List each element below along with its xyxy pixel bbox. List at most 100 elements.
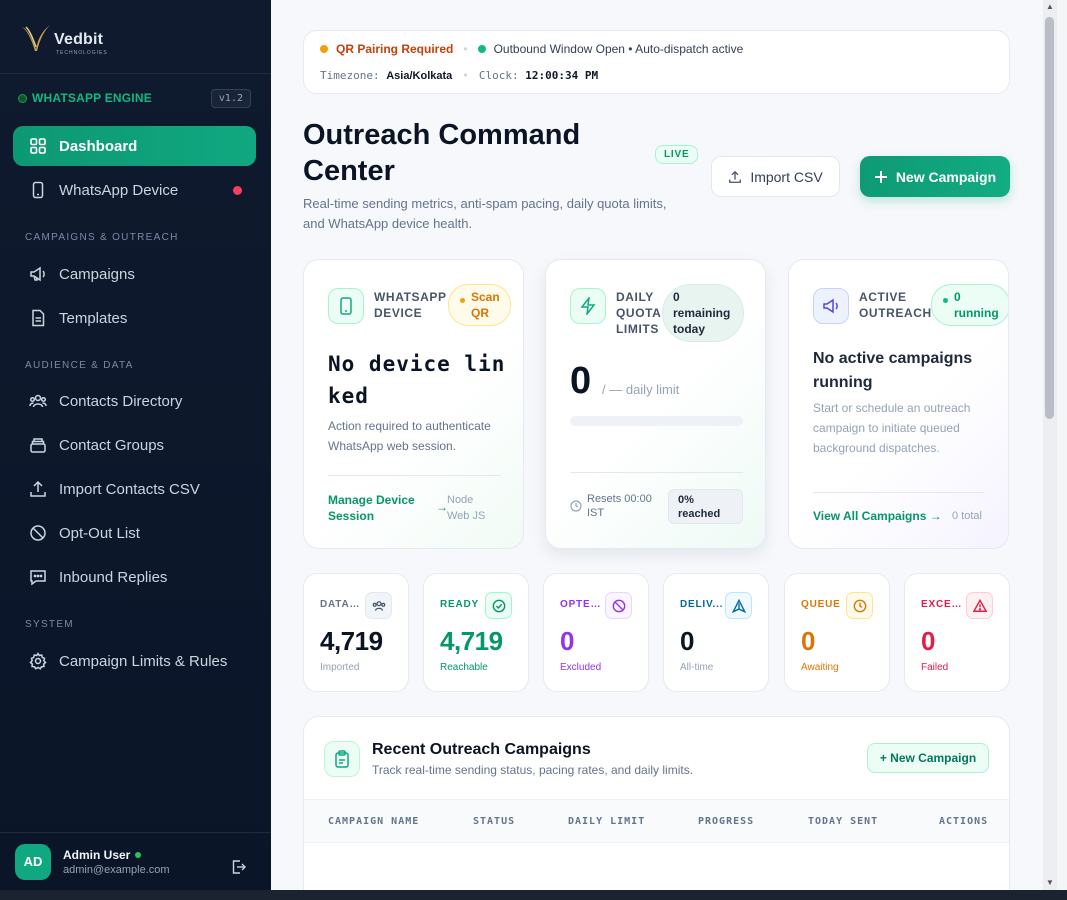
column-header[interactable]: STATUS bbox=[473, 816, 515, 827]
nav-item-contacts-directory[interactable]: Contacts Directory bbox=[13, 381, 256, 421]
nav-item-contact-groups[interactable]: Contact Groups bbox=[13, 425, 256, 465]
stat-sub: Awaiting bbox=[801, 662, 839, 673]
stat-value: 0 bbox=[560, 626, 574, 656]
nav-item-opt-out-list[interactable]: Opt-Out List bbox=[13, 513, 256, 553]
reached-line: reached bbox=[678, 508, 721, 520]
timezone-label: Timezone: bbox=[320, 69, 380, 82]
stat-sub: Imported bbox=[320, 662, 360, 673]
nav-item-templates[interactable]: Templates bbox=[13, 298, 256, 338]
logo[interactable]: Vedbit bbox=[20, 21, 103, 53]
user-meta: Admin User admin@example.com bbox=[63, 848, 170, 876]
column-header[interactable]: CAMPAIGN NAME bbox=[328, 816, 419, 827]
quota-card-label: DAILY QUOTA LIMITS bbox=[616, 289, 661, 337]
quota-card: DAILY QUOTA LIMITS 0 remaining today 0 /… bbox=[545, 259, 766, 549]
nav-label: Contacts Directory bbox=[59, 392, 183, 410]
pill-line: today bbox=[673, 322, 706, 336]
stat-card-ready[interactable]: READY 4,719 Reachable bbox=[423, 573, 529, 692]
recent-campaigns-panel: Recent Outreach Campaigns Track real-tim… bbox=[303, 716, 1010, 900]
clipboard-icon bbox=[324, 741, 360, 777]
stat-card-exceptions[interactable]: EXCEP... 0 Failed bbox=[904, 573, 1010, 692]
nav-label: Campaigns bbox=[59, 265, 135, 283]
column-header[interactable]: ACTIONS bbox=[939, 816, 988, 827]
device-engine-meta: Node Web JS bbox=[447, 492, 485, 524]
alert-dot bbox=[233, 185, 242, 195]
divider bbox=[570, 472, 743, 473]
device-card-label: WHATSAPP DEVICE bbox=[374, 289, 447, 321]
nav-label: WhatsApp Device bbox=[59, 181, 179, 199]
user-name: Admin User bbox=[63, 848, 170, 862]
status-dot bbox=[943, 298, 948, 303]
nav-section-audience: AUDIENCE & DATA bbox=[25, 360, 134, 371]
send-icon bbox=[725, 592, 752, 619]
stat-value: 4,719 bbox=[320, 626, 383, 656]
ban-icon bbox=[605, 592, 632, 619]
running-badge: 0 running bbox=[931, 284, 1008, 326]
nav-item-whatsapp-device[interactable]: WhatsApp Device bbox=[13, 170, 256, 210]
pill-line: 0 bbox=[954, 290, 961, 304]
stat-value: 0 bbox=[921, 626, 935, 656]
sidebar: Vedbit TECHNOLOGIES WHATSAPP ENGINE v1.2… bbox=[0, 0, 271, 890]
reached-line: 0% bbox=[678, 494, 694, 506]
logout-icon[interactable] bbox=[231, 859, 247, 875]
stat-card-opted-out[interactable]: OPTED... 0 Excluded bbox=[543, 573, 649, 692]
nav-section-system: SYSTEM bbox=[25, 619, 74, 630]
nav-item-inbound-replies[interactable]: Inbound Replies bbox=[13, 557, 256, 597]
ok-dot bbox=[477, 45, 486, 53]
meta-line: Node bbox=[447, 494, 474, 506]
page-title: Outreach Command Center bbox=[303, 119, 581, 187]
window-edge bbox=[1057, 0, 1067, 890]
manage-device-link[interactable]: Manage Device Session bbox=[328, 492, 415, 524]
new-campaign-small-button[interactable]: + New Campaign bbox=[867, 743, 989, 773]
new-campaign-button[interactable]: New Campaign bbox=[860, 156, 1010, 197]
pill-line: running bbox=[954, 306, 999, 320]
megaphone-icon bbox=[813, 288, 849, 324]
nav-section-campaigns: CAMPAIGNS & OUTREACH bbox=[25, 232, 179, 243]
pill-line: QR bbox=[471, 306, 489, 320]
stat-card-queue[interactable]: QUEUE 0 Awaiting bbox=[784, 573, 890, 692]
nav-item-campaigns[interactable]: Campaigns bbox=[13, 254, 256, 294]
separator: • bbox=[462, 69, 469, 82]
clock-icon bbox=[570, 500, 582, 512]
reset-info: Resets 00:00 IST bbox=[587, 492, 652, 520]
stat-card-delivered[interactable]: DELIV... 0 All-time bbox=[663, 573, 769, 692]
column-header[interactable]: TODAY SENT bbox=[808, 816, 878, 827]
user-email: admin@example.com bbox=[63, 863, 170, 876]
scan-qr-badge[interactable]: Scan QR bbox=[448, 284, 511, 326]
scroll-up-arrow-icon[interactable]: ▲ bbox=[1044, 2, 1056, 14]
warning-dot bbox=[320, 45, 328, 53]
online-indicator bbox=[135, 851, 142, 858]
stat-card-database[interactable]: DATAB... 4,719 Imported bbox=[303, 573, 409, 692]
label-line: ACTIVE bbox=[859, 290, 907, 304]
scrollbar-thumb[interactable] bbox=[1045, 17, 1054, 419]
nav-item-campaign-limits[interactable]: Campaign Limits & Rules bbox=[13, 641, 256, 681]
column-header[interactable]: PROGRESS bbox=[698, 816, 754, 827]
outbound-status: Outbound Window Open • Auto-dispatch act… bbox=[493, 42, 744, 56]
nav-label: Campaign Limits & Rules bbox=[59, 652, 228, 670]
view-all-campaigns-link[interactable]: View All Campaigns → bbox=[813, 509, 942, 523]
nav-item-import-contacts[interactable]: Import Contacts CSV bbox=[13, 469, 256, 509]
active-outreach-card: ACTIVE OUTREACH 0 running No active camp… bbox=[788, 259, 1009, 549]
reset-line: Resets 00:00 bbox=[587, 493, 652, 505]
stat-sub: Excluded bbox=[560, 662, 602, 673]
column-header[interactable]: DAILY LIMIT bbox=[568, 816, 645, 827]
users-icon bbox=[29, 392, 47, 410]
plus-icon bbox=[874, 170, 887, 183]
timezone-value: Asia/Kolkata bbox=[386, 69, 453, 82]
separator: • bbox=[463, 42, 468, 56]
quota-suffix: / — daily limit bbox=[602, 382, 680, 397]
pill-line: 0 bbox=[673, 290, 680, 304]
stat-label: DATAB... bbox=[320, 599, 366, 610]
brand-tagline: TECHNOLOGIES bbox=[56, 50, 108, 56]
nav-item-dashboard[interactable]: Dashboard bbox=[13, 126, 256, 166]
label-line: DAILY bbox=[616, 290, 654, 304]
link-line: Session bbox=[328, 509, 375, 523]
clock-value: 12:00:34 PM bbox=[525, 69, 599, 82]
device-description: Action required to authenticate WhatsApp… bbox=[328, 419, 491, 453]
reset-line: IST bbox=[587, 507, 605, 519]
avatar[interactable]: AD bbox=[15, 843, 51, 880]
scroll-down-arrow-icon[interactable]: ▼ bbox=[1044, 878, 1056, 890]
brand[interactable]: Vedbit TECHNOLOGIES bbox=[0, 0, 271, 74]
nav-label: Dashboard bbox=[59, 137, 138, 155]
nav-label: Opt-Out List bbox=[59, 524, 140, 542]
import-csv-button[interactable]: Import CSV bbox=[711, 156, 840, 197]
